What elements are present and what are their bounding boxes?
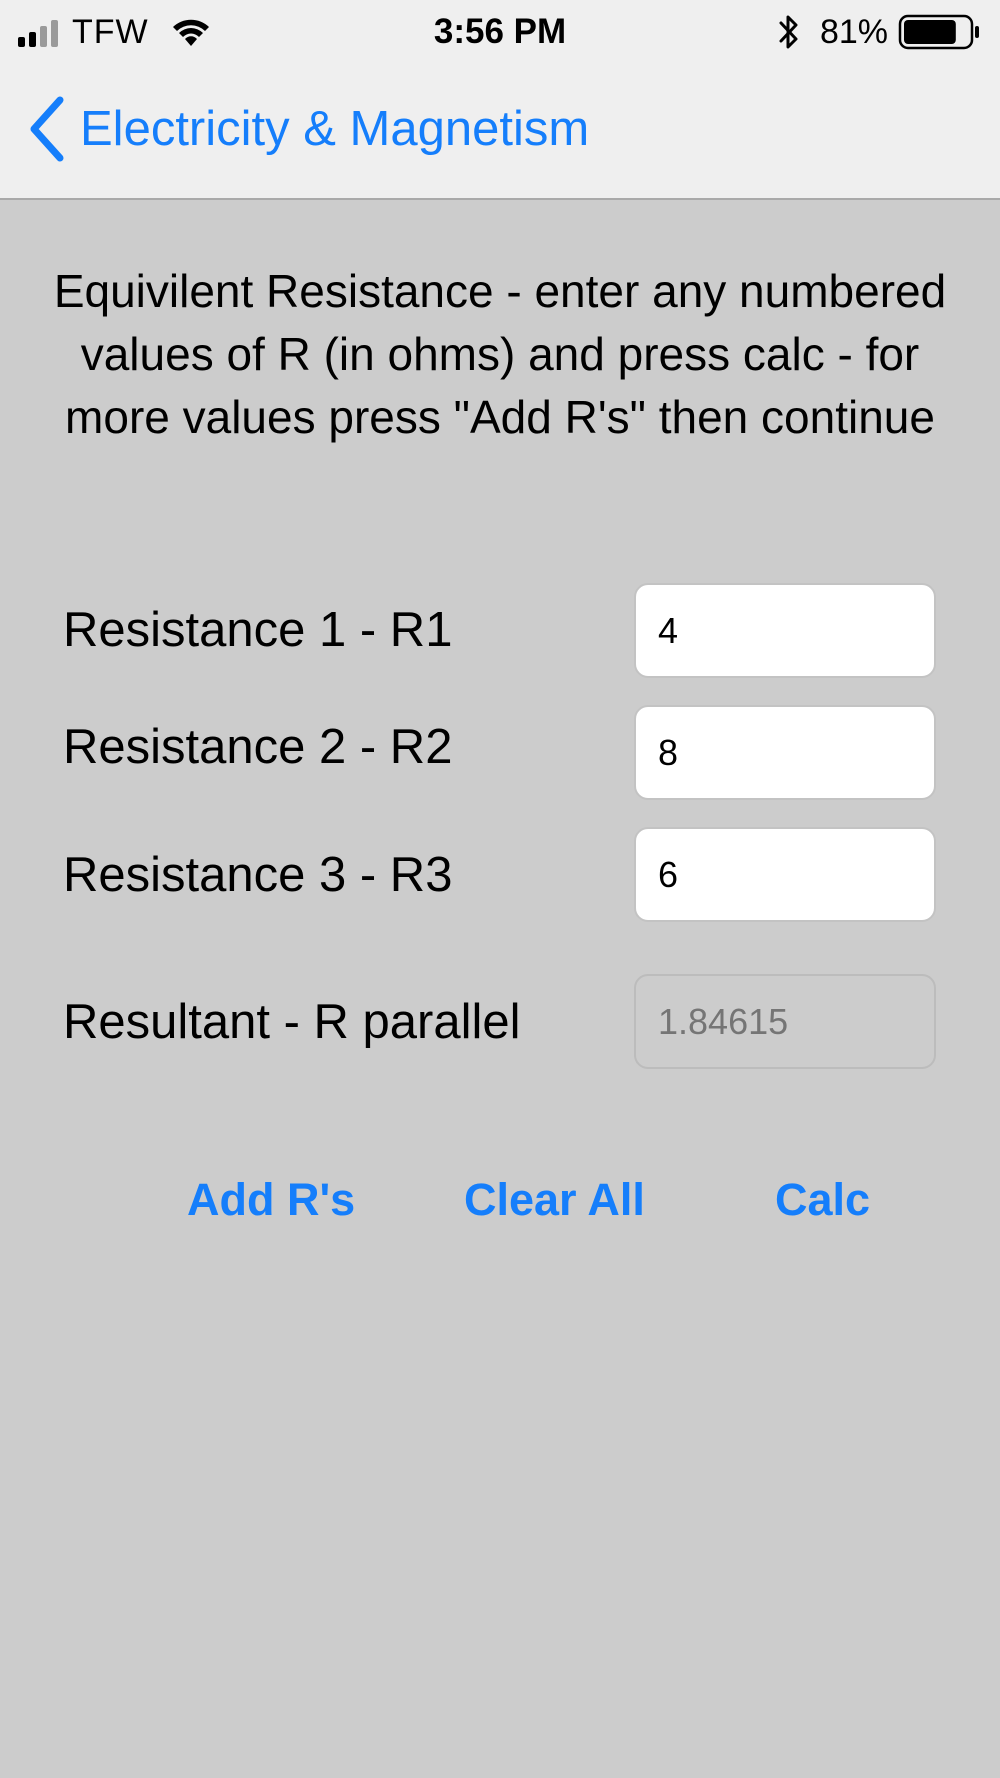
- right-status-group: 81%: [776, 12, 982, 52]
- resistance-3-input[interactable]: [634, 827, 936, 922]
- resistance-2-label: Resistance 2 - R2: [63, 720, 453, 774]
- bluetooth-icon: [779, 15, 798, 49]
- resistance-2-input[interactable]: [634, 705, 936, 800]
- resultant-label: Resultant - R parallel: [63, 995, 521, 1049]
- status-bar: TFW 3:56 PM 81%: [0, 0, 1000, 62]
- back-button-label: Electricity & Magnetism: [80, 102, 590, 156]
- back-button[interactable]: Electricity & Magnetism: [26, 92, 589, 166]
- instructions-text: Equivilent Resistance - enter any number…: [53, 265, 947, 443]
- navigation-bar: Electricity & Magnetism: [0, 62, 1000, 200]
- calc-button[interactable]: Calc: [775, 1170, 870, 1230]
- battery-percentage: 81%: [819, 13, 888, 51]
- battery-icon: [898, 14, 979, 50]
- chevron-left-icon: [30, 96, 64, 162]
- resistance-1-input[interactable]: [634, 583, 936, 678]
- resultant-output-field: [634, 974, 936, 1069]
- resistance-1-label: Resistance 1 - R1: [63, 603, 453, 657]
- resistance-3-label: Resistance 3 - R3: [63, 848, 453, 902]
- clear-all-button[interactable]: Clear All: [464, 1170, 645, 1230]
- add-resistors-button[interactable]: Add R's: [187, 1170, 355, 1230]
